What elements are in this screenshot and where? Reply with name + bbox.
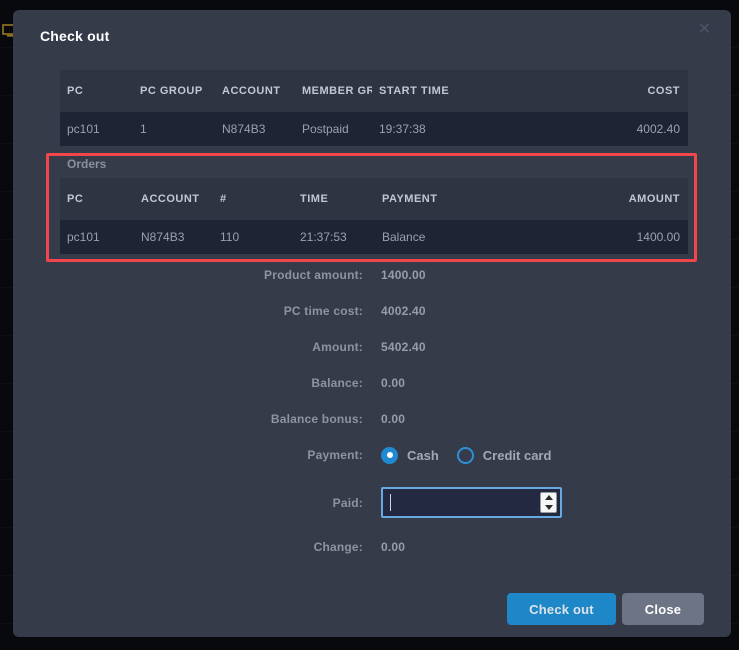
checkout-button[interactable]: Check out — [507, 593, 616, 625]
paid-input-wrap — [381, 487, 562, 518]
column-header-member-group: MEMBER GRO... — [295, 85, 372, 97]
product-amount-label: Product amount: — [13, 268, 363, 282]
change-value: 0.00 — [381, 540, 405, 554]
summary-row-product-amount: Product amount: 1400.00 — [13, 257, 731, 293]
payment-label: Payment: — [13, 448, 363, 462]
session-member-group: Postpaid — [295, 122, 372, 136]
session-table-header: PC PC GROUP ACCOUNT MEMBER GRO... START … — [60, 70, 688, 112]
order-time: 21:37:53 — [293, 230, 375, 244]
order-amount: 1400.00 — [576, 230, 688, 244]
column-header-payment: PAYMENT — [375, 193, 576, 205]
modal-footer: Check out Close — [507, 593, 704, 625]
session-account: N874B3 — [215, 122, 295, 136]
session-start-time: 19:37:38 — [372, 122, 576, 136]
balance-label: Balance: — [13, 376, 363, 390]
order-pc: pc101 — [60, 230, 134, 244]
amount-label: Amount: — [13, 340, 363, 354]
summary-row-balance: Balance: 0.00 — [13, 365, 731, 401]
column-header-time: TIME — [293, 193, 375, 205]
order-number: 110 — [213, 230, 293, 244]
checkout-modal: Check out ✕ PC PC GROUP ACCOUNT MEMBER G… — [13, 10, 731, 637]
pc-time-cost-label: PC time cost: — [13, 304, 363, 318]
page-background: { "modal": { "title": "Check out", "clos… — [0, 0, 739, 650]
column-header-amount: AMOUNT — [576, 193, 688, 205]
session-cost: 4002.40 — [576, 122, 688, 136]
checkout-summary: Product amount: 1400.00 PC time cost: 40… — [13, 257, 731, 565]
orders-table-header: PC ACCOUNT # TIME PAYMENT AMOUNT — [60, 178, 688, 220]
paid-label: Paid: — [13, 496, 363, 510]
session-table: PC PC GROUP ACCOUNT MEMBER GRO... START … — [60, 70, 688, 146]
column-header-pc-group: PC GROUP — [133, 85, 215, 97]
orders-table-row: pc101 N874B3 110 21:37:53 Balance 1400.0… — [60, 220, 688, 254]
product-amount-value: 1400.00 — [381, 268, 426, 282]
order-account: N874B3 — [134, 230, 213, 244]
orders-section-label: Orders — [67, 157, 731, 171]
balance-bonus-value: 0.00 — [381, 412, 405, 426]
paid-input[interactable] — [383, 489, 560, 516]
column-header-pc: PC — [60, 85, 133, 97]
pc-time-cost-value: 4002.40 — [381, 304, 426, 318]
column-header-cost: COST — [576, 85, 688, 97]
modal-title: Check out — [40, 29, 731, 43]
session-pc-group: 1 — [133, 122, 215, 136]
radio-unselected-icon[interactable] — [457, 447, 474, 464]
summary-row-balance-bonus: Balance bonus: 0.00 — [13, 401, 731, 437]
close-button[interactable]: Close — [622, 593, 704, 625]
payment-option-cash[interactable]: Cash — [381, 447, 439, 464]
session-table-row: pc101 1 N874B3 Postpaid 19:37:38 4002.40 — [60, 112, 688, 146]
spinner-down-icon[interactable] — [541, 503, 556, 513]
column-header-number: # — [213, 193, 293, 205]
text-caret — [390, 494, 391, 511]
spinner-up-icon[interactable] — [541, 493, 556, 503]
order-payment: Balance — [375, 230, 576, 244]
column-header-start-time: START TIME — [372, 85, 576, 97]
orders-table: PC ACCOUNT # TIME PAYMENT AMOUNT pc101 N… — [60, 178, 688, 254]
column-header-account: ACCOUNT — [134, 193, 213, 205]
balance-bonus-label: Balance bonus: — [13, 412, 363, 426]
payment-radio-group: Cash Credit card — [381, 447, 551, 464]
column-header-pc: PC — [60, 193, 134, 205]
summary-row-amount: Amount: 5402.40 — [13, 329, 731, 365]
radio-selected-icon[interactable] — [381, 447, 398, 464]
summary-row-pc-time-cost: PC time cost: 4002.40 — [13, 293, 731, 329]
session-pc: pc101 — [60, 122, 133, 136]
column-header-account: ACCOUNT — [215, 85, 295, 97]
payment-option-credit-card[interactable]: Credit card — [457, 447, 552, 464]
summary-row-paid: Paid: — [13, 487, 731, 518]
number-spinner — [540, 492, 557, 513]
amount-value: 5402.40 — [381, 340, 426, 354]
change-label: Change: — [13, 540, 363, 554]
credit-card-option-label[interactable]: Credit card — [483, 448, 552, 463]
summary-row-change: Change: 0.00 — [13, 529, 731, 565]
summary-row-payment: Payment: Cash Credit card — [13, 437, 731, 473]
cash-option-label[interactable]: Cash — [407, 448, 439, 463]
close-icon[interactable]: ✕ — [698, 22, 711, 38]
balance-value: 0.00 — [381, 376, 405, 390]
